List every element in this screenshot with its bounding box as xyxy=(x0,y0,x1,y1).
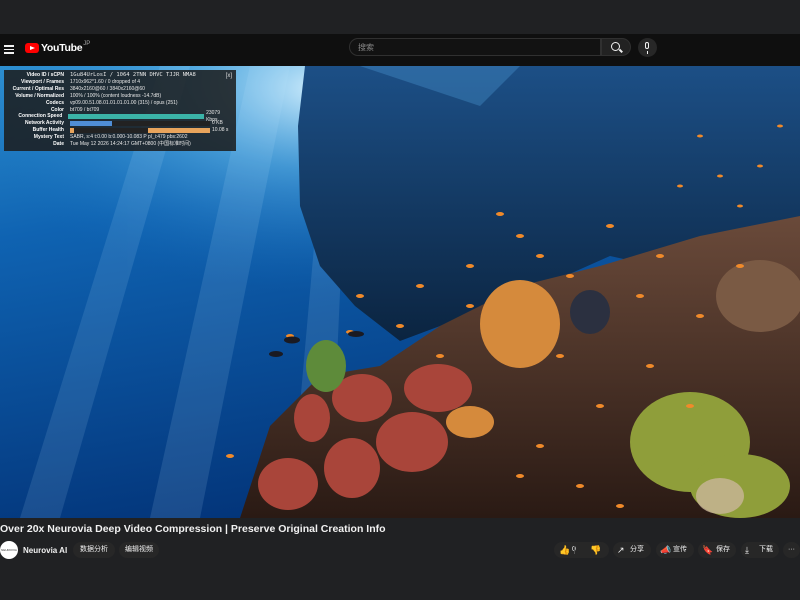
search-input[interactable]: 搜索 xyxy=(349,38,601,56)
share-label: 分享 xyxy=(630,546,644,553)
youtube-logo[interactable]: YouTube JP xyxy=(25,41,91,54)
stats-value: 1Gu84UrLosI / 1064 2TNN DHVC TJJR NMA8 xyxy=(70,72,196,78)
stats-key: Network Activity xyxy=(25,120,64,127)
network-activity-row: Network Activity 0 KB xyxy=(8,120,232,127)
thumbs-down-icon[interactable]: 👎 xyxy=(590,542,601,558)
buffer-health-graph xyxy=(70,128,210,134)
connection-speed-row: Connection Speed 23079 Kbps xyxy=(8,110,232,123)
save-label: 保存 xyxy=(716,546,730,553)
video-title: Over 20x Neurovia Deep Video Compression… xyxy=(0,523,386,535)
search-icon xyxy=(611,42,620,51)
network-activity-graph xyxy=(70,121,210,127)
stats-key: Volume / Normalized xyxy=(15,92,64,99)
channel-avatar[interactable]: NEUROVIA xyxy=(0,541,18,559)
promote-label: 宣传 xyxy=(673,546,687,553)
like-divider xyxy=(574,546,575,554)
stats-key: Date xyxy=(53,141,64,148)
buffer-health-fill-left xyxy=(70,128,75,134)
stats-key: Viewport / Frames xyxy=(21,78,64,85)
stats-key: Mystery Text xyxy=(33,134,64,141)
logo-text: YouTube xyxy=(41,42,83,54)
stats-key: Color xyxy=(50,106,64,113)
stats-value: 100% / 100% (content loudness -14.7dB) xyxy=(70,92,162,99)
promote-button[interactable]: 📣 宣传 xyxy=(656,542,694,558)
analytics-button[interactable]: 数据分析 xyxy=(73,542,115,558)
share-icon: ↗ xyxy=(617,545,625,555)
stats-key: Connection Speed xyxy=(18,113,63,120)
stats-row: Current / Optimal Res 3840x2160@60 / 384… xyxy=(8,86,232,93)
stats-key: Current / Optimal Res xyxy=(12,85,64,92)
stats-row: Color bt709 / bt709 xyxy=(8,107,232,114)
thumbs-up-icon[interactable]: 👍 xyxy=(559,542,570,558)
stats-close-button[interactable]: [x] xyxy=(226,73,232,80)
network-activity-fill xyxy=(70,121,112,127)
stats-value: Tue May 12 2026 14:24:17 GMT+0800 (中国标准时… xyxy=(70,141,191,148)
stats-key: Buffer Health xyxy=(32,127,64,134)
search-button[interactable] xyxy=(601,38,631,56)
stats-value: 1710x962*1.60 / 0 dropped of 4 xyxy=(70,78,141,85)
youtube-play-icon xyxy=(25,43,39,53)
logo-region: JP xyxy=(83,41,91,47)
stats-value: vp09.00.51.08.01.01.01.01.00 (315) / opu… xyxy=(70,99,178,106)
connection-speed-graph xyxy=(68,114,205,120)
buffer-health-value: 10.08 s xyxy=(212,127,229,134)
save-button[interactable]: 🔖 保存 xyxy=(698,542,736,558)
microphone-icon xyxy=(645,42,649,54)
hamburger-menu-icon[interactable] xyxy=(4,43,14,55)
channel-name[interactable]: Neurovia AI xyxy=(23,546,67,555)
share-button[interactable]: ↗ 分享 xyxy=(613,542,651,558)
download-label: 下载 xyxy=(759,546,773,553)
stats-row: Date Tue May 12 2026 14:24:17 GMT+0800 (… xyxy=(8,141,232,148)
network-activity-value: 0 KB xyxy=(212,120,223,127)
megaphone-icon: 📣 xyxy=(660,545,672,555)
stats-row: Viewport / Frames 1710x962*1.60 / 0 drop… xyxy=(8,79,232,86)
download-button[interactable]: ⤓ 下载 xyxy=(741,542,779,558)
browser-bottom-bar xyxy=(0,566,800,600)
stats-key: Codecs xyxy=(45,99,64,106)
like-dislike-group: 👍 0 👎 xyxy=(554,542,609,558)
buffer-health-row: Buffer Health 10.08 s xyxy=(8,127,232,134)
stats-key: Video ID / sCPN xyxy=(26,72,64,78)
stats-for-nerds-panel: [x] Video ID / sCPN 1Gu84UrLosI / 1064 2… xyxy=(4,70,236,151)
stats-value: SABR, s:4 t:0.00 b:0.000-10.083 P pl_i:4… xyxy=(70,134,188,141)
stats-row: Video ID / sCPN 1Gu84UrLosI / 1064 2TNN … xyxy=(8,72,232,79)
download-icon: ⤓ xyxy=(745,545,749,555)
stats-row: Codecs vp09.00.51.08.01.01.01.01.00 (315… xyxy=(8,100,232,107)
stats-value: bt709 / bt709 xyxy=(70,106,100,113)
buffer-health-fill-right xyxy=(148,128,210,134)
stats-row: Volume / Normalized 100% / 100% (content… xyxy=(8,93,232,100)
more-actions-button[interactable]: ··· xyxy=(783,542,800,558)
connection-speed-fill xyxy=(68,114,205,120)
voice-search-button[interactable] xyxy=(638,38,657,57)
stats-value: 3840x2160@60 / 3840x2160@60 xyxy=(70,85,145,92)
stats-row: Mystery Text SABR, s:4 t:0.00 b:0.000-10… xyxy=(8,134,232,141)
edit-video-button[interactable]: 编辑视频 xyxy=(119,542,159,558)
bookmark-icon: 🔖 xyxy=(702,545,714,555)
browser-top-bar xyxy=(0,0,800,34)
